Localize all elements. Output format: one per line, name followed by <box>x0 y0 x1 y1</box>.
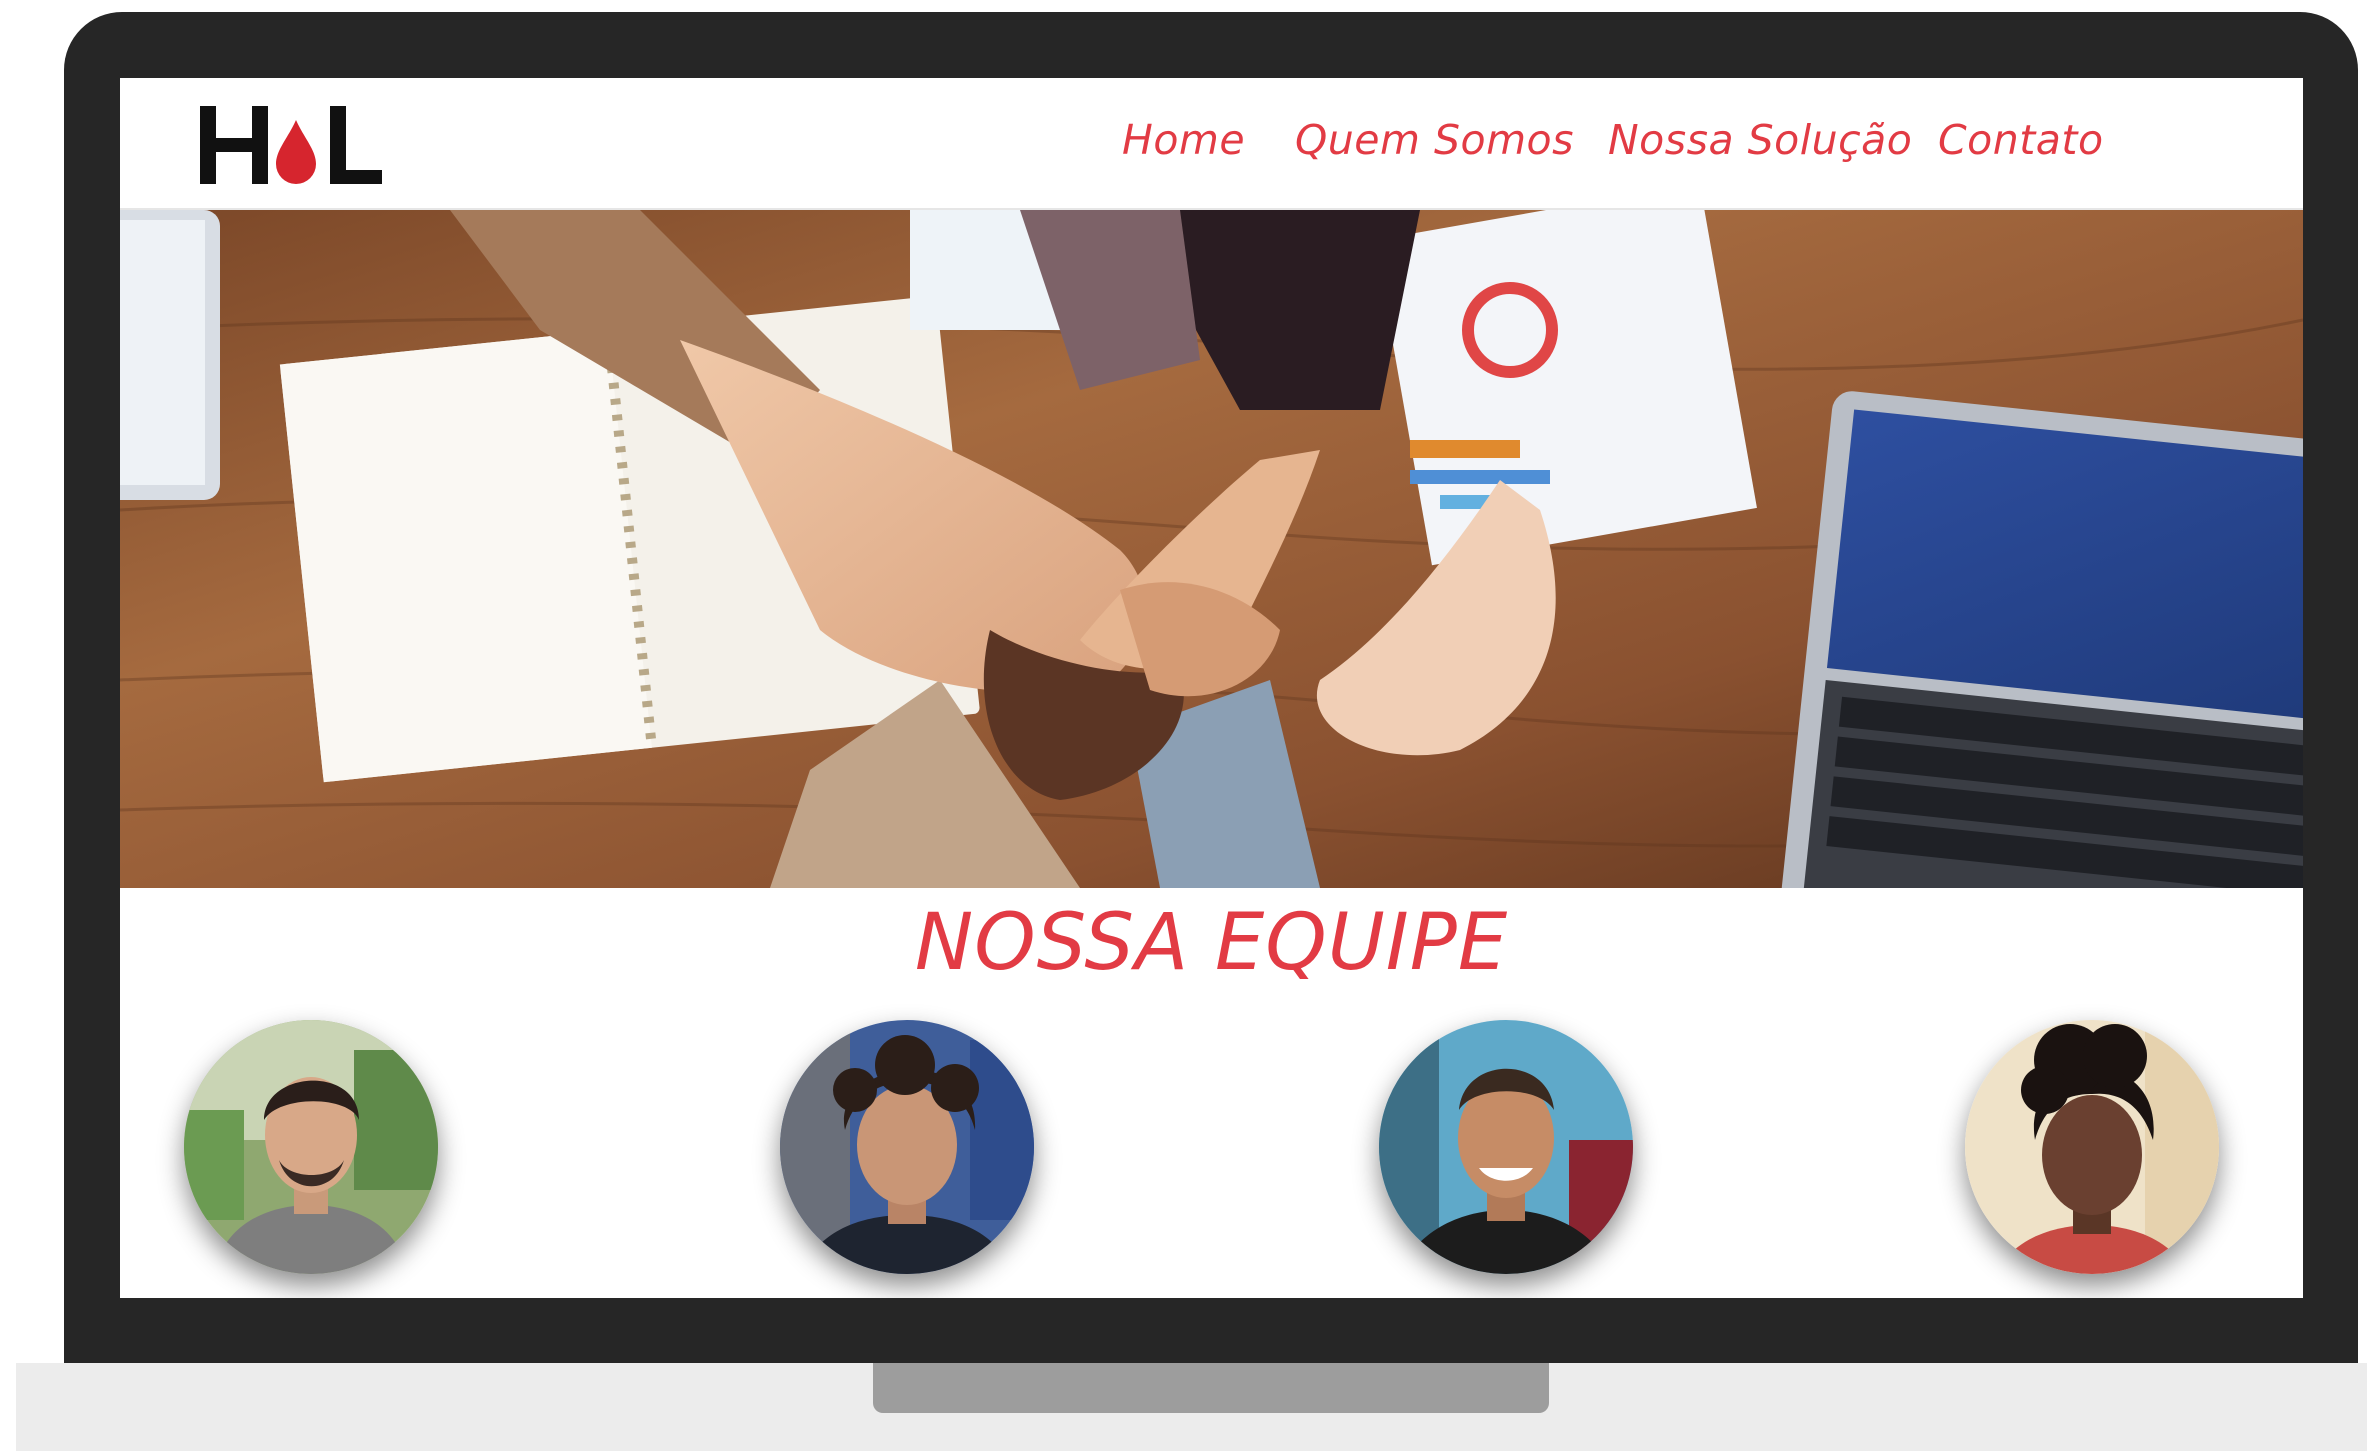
person-avatar-icon <box>1965 1020 2219 1274</box>
team-member-photo-1[interactable] <box>184 1020 438 1274</box>
nav-home[interactable]: Home <box>1122 116 1245 164</box>
laptop-hinge <box>873 1363 1549 1413</box>
team-member-photo-3[interactable] <box>1379 1020 1633 1274</box>
team-section-title: NOSSA EQUIPE <box>914 898 1509 988</box>
team-member-photo-2[interactable] <box>780 1020 1034 1274</box>
nav-contato[interactable]: Contato <box>1938 116 2104 164</box>
main-nav: Home Quem Somos Nossa Solução Contato <box>120 78 2303 208</box>
nav-quem-somos[interactable]: Quem Somos <box>1295 116 1574 164</box>
hero-image <box>120 210 2303 888</box>
person-avatar-icon <box>1379 1020 1633 1274</box>
website-screen: Home Quem Somos Nossa Solução Contato NO… <box>120 78 2303 1298</box>
team-member-photo-4[interactable] <box>1965 1020 2219 1274</box>
person-avatar-icon <box>780 1020 1034 1274</box>
team-hands-photo <box>120 210 2303 888</box>
navbar: Home Quem Somos Nossa Solução Contato <box>120 78 2303 210</box>
person-avatar-icon <box>184 1020 438 1274</box>
nav-nossa-solucao[interactable]: Nossa Solução <box>1608 116 1912 164</box>
